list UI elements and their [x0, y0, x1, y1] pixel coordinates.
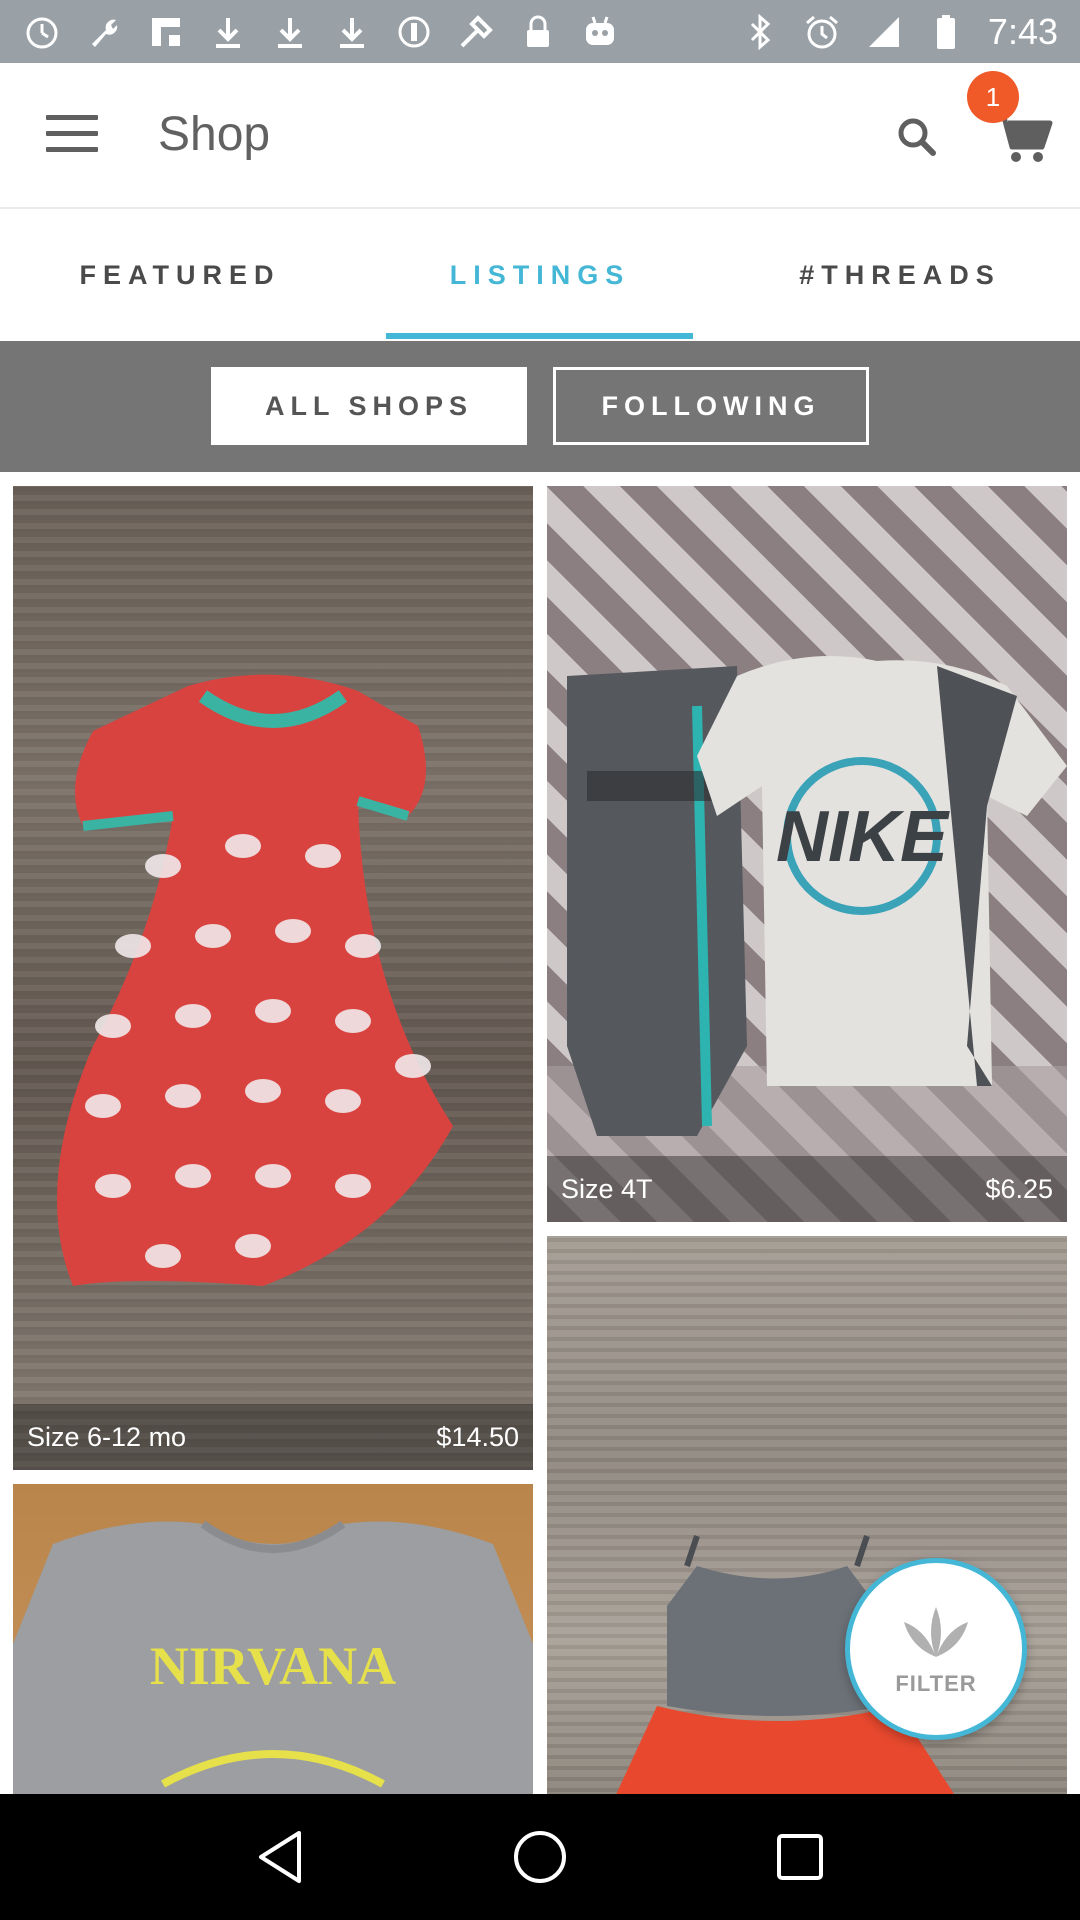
navigation-bar	[0, 1794, 1080, 1920]
download-icon	[332, 12, 372, 52]
listing-caption: Size 4T $6.25	[547, 1156, 1067, 1222]
following-button[interactable]: FOLLOWING	[553, 367, 869, 445]
download-icon	[208, 12, 248, 52]
svg-text:NIKE: NIKE	[776, 797, 950, 877]
home-icon[interactable]	[505, 1822, 575, 1892]
listing-image	[13, 486, 533, 1470]
page-title: Shop	[158, 108, 271, 161]
listing-card[interactable]: NIKE Size 4T $6.25	[547, 486, 1067, 1222]
cart-count-badge: 1	[967, 71, 1019, 123]
listing-card[interactable]: Size 6-12 mo $14.50	[13, 486, 533, 1470]
listing-price: $6.25	[985, 1173, 1053, 1204]
app-bar: Shop 1	[0, 63, 1080, 209]
listing-image: NIKE	[547, 486, 1067, 1222]
listing-caption: Size 6-12 mo $14.50	[13, 1404, 533, 1470]
timer-icon	[22, 12, 62, 52]
listing-price: $14.50	[436, 1421, 519, 1452]
all-shops-button[interactable]: ALL SHOPS	[211, 367, 527, 445]
listing-image: NIRVANA	[13, 1484, 533, 1794]
filter-button[interactable]: FILTER	[845, 1558, 1027, 1740]
clock-time: 7:43	[987, 10, 1058, 52]
download-icon	[270, 12, 310, 52]
recents-icon[interactable]	[765, 1822, 835, 1892]
leaf-icon	[896, 1602, 976, 1667]
tab-listings[interactable]: LISTINGS	[360, 210, 720, 340]
listing-size: Size 6-12 mo	[27, 1421, 187, 1452]
tab-threads[interactable]: #THREADS	[720, 210, 1080, 340]
alarm-icon	[802, 12, 842, 52]
listing-size: Size 4T	[561, 1173, 653, 1204]
wrench-icon	[84, 12, 124, 52]
search-icon[interactable]	[893, 113, 941, 161]
active-tab-indicator	[386, 333, 693, 339]
shop-filter-bar: ALL SHOPS FOLLOWING	[0, 341, 1080, 472]
back-icon[interactable]	[245, 1822, 315, 1892]
signal-icon	[864, 12, 904, 52]
listing-card[interactable]: NIRVANA	[13, 1484, 533, 1794]
lock-icon	[518, 12, 558, 52]
menu-icon[interactable]	[46, 115, 98, 155]
filter-label: FILTER	[895, 1670, 977, 1696]
status-bar: 7:43	[0, 0, 1080, 63]
flipboard-icon	[146, 12, 186, 52]
battery-icon	[926, 12, 966, 52]
robot-icon	[580, 12, 620, 52]
bluetooth-icon	[740, 12, 780, 52]
fake-gps-icon	[456, 12, 496, 52]
disabled-icon	[394, 12, 434, 52]
tab-bar: FEATURED LISTINGS #THREADS	[0, 210, 1080, 340]
tab-featured[interactable]: FEATURED	[0, 210, 360, 340]
svg-text:NIRVANA: NIRVANA	[150, 1636, 396, 1696]
